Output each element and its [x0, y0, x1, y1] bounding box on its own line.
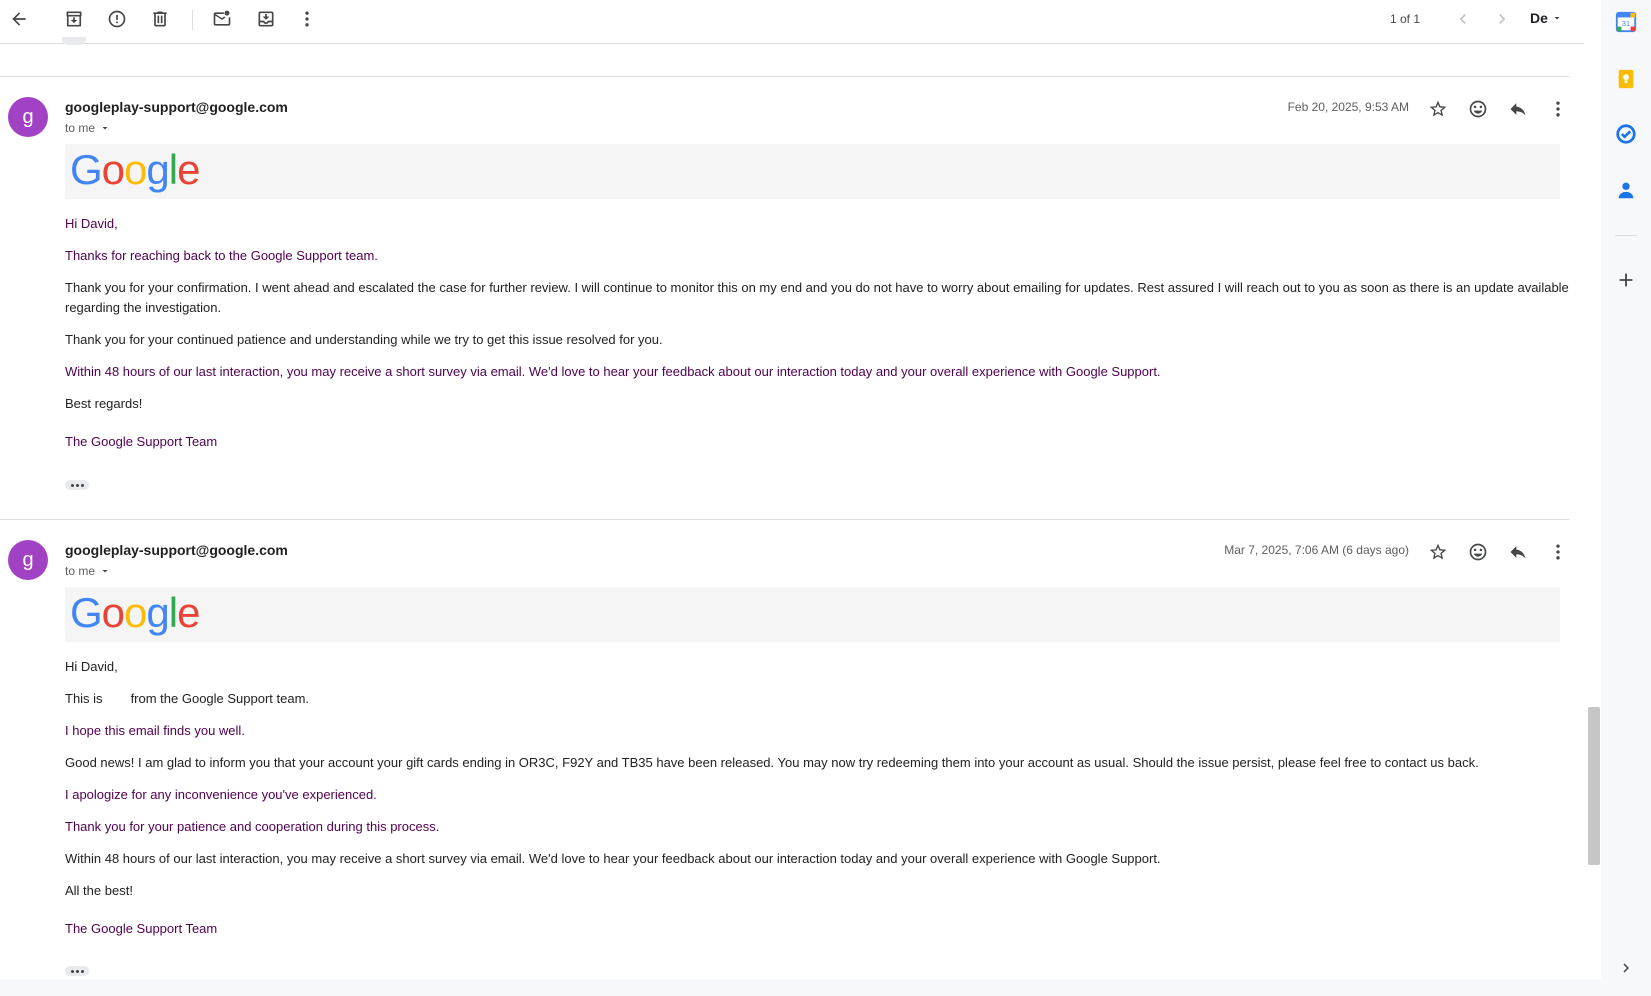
avatar[interactable]: g: [8, 97, 48, 137]
avatar[interactable]: g: [8, 540, 48, 580]
recipient-toggle[interactable]: to me: [65, 121, 111, 135]
show-trimmed-content-button[interactable]: [65, 480, 89, 490]
sender-email[interactable]: googleplay-support@google.com: [65, 99, 288, 115]
google-logo: Google: [70, 146, 200, 193]
move-to-icon[interactable]: [252, 5, 280, 33]
signature: The Google Support Team: [65, 434, 218, 449]
reply-icon[interactable]: [1505, 539, 1531, 565]
greeting: Hi David,: [65, 216, 118, 231]
body-paragraph: I apologize for any inconvenience you've…: [65, 787, 377, 802]
more-vert-icon[interactable]: [1545, 96, 1571, 122]
archive-icon[interactable]: [60, 5, 88, 33]
message-body: Hi David, Thanks for reaching back to th…: [65, 214, 1575, 464]
back-arrow-icon[interactable]: [5, 5, 33, 33]
language-selector[interactable]: De: [1530, 10, 1563, 26]
add-icon[interactable]: [1614, 268, 1638, 292]
body-paragraph: Good news! I am glad to inform you that …: [65, 755, 1479, 770]
message-body: Hi David, This is from the Google Support…: [65, 657, 1575, 951]
scrollbar-thumb[interactable]: [1588, 707, 1600, 865]
greeting: Hi David,: [65, 659, 118, 674]
side-panel-separator: [1615, 235, 1637, 236]
calendar-icon[interactable]: 31: [1614, 10, 1638, 34]
mark-unread-icon[interactable]: [208, 5, 236, 33]
message-divider: [0, 519, 1570, 520]
google-logo: Google: [70, 589, 200, 636]
body-paragraph: Thank you for your patience and cooperat…: [65, 819, 440, 834]
google-logo-banner: Google: [65, 144, 1560, 199]
body-paragraph: I hope this email finds you well.: [65, 723, 245, 738]
calendar-day: 31: [1622, 19, 1630, 28]
tasks-icon[interactable]: [1614, 122, 1638, 146]
contacts-icon[interactable]: [1614, 178, 1638, 202]
language-label: De: [1530, 10, 1548, 26]
report-spam-icon[interactable]: [103, 5, 131, 33]
closing: Best regards!: [65, 396, 143, 411]
emoji-reaction-icon[interactable]: [1465, 539, 1491, 565]
message-date: Mar 7, 2025, 7:06 AM (6 days ago): [1224, 543, 1409, 557]
keep-icon[interactable]: [1614, 67, 1638, 91]
emoji-reaction-icon[interactable]: [1465, 96, 1491, 122]
intro-text: from the Google Support team.: [130, 691, 310, 706]
side-panel: 31: [1601, 0, 1651, 996]
closing: All the best!: [65, 883, 133, 898]
intro-text: This is: [65, 691, 103, 706]
body-paragraph: Within 48 hours of our last interaction,…: [65, 851, 1161, 866]
show-trimmed-content-button[interactable]: [65, 966, 89, 976]
message-divider: [0, 76, 1570, 77]
older-chevron-icon[interactable]: [1488, 5, 1516, 33]
previous-message-peek[interactable]: [62, 37, 86, 45]
star-icon[interactable]: [1425, 539, 1451, 565]
delete-icon[interactable]: [146, 5, 174, 33]
signature: The Google Support Team: [65, 921, 218, 936]
newer-chevron-icon[interactable]: [1449, 5, 1477, 33]
body-paragraph: Within 48 hours of our last interaction,…: [65, 364, 1161, 379]
expand-icon[interactable]: [1614, 956, 1638, 980]
google-logo-banner: Google: [65, 587, 1560, 642]
body-paragraph: Thanks for reaching back to the Google S…: [65, 248, 378, 263]
pager-count: 1 of 1: [1390, 12, 1421, 26]
more-vert-icon[interactable]: [293, 5, 321, 33]
sender-email[interactable]: googleplay-support@google.com: [65, 542, 288, 558]
dropdown-arrow-icon: [102, 127, 108, 130]
recipient-label: to me: [65, 121, 96, 135]
dropdown-arrow-icon: [102, 570, 108, 573]
body-paragraph: Thank you for your confirmation. I went …: [65, 280, 1569, 315]
email-view: 1 of 1 De g googleplay-support@google.co…: [0, 0, 1601, 979]
star-icon[interactable]: [1425, 96, 1451, 122]
recipient-toggle[interactable]: to me: [65, 564, 111, 578]
more-vert-icon[interactable]: [1545, 539, 1571, 565]
recipient-label: to me: [65, 564, 96, 578]
body-paragraph: This is from the Google Support team.: [65, 689, 1575, 709]
toolbar-separator: [192, 10, 193, 30]
reply-icon[interactable]: [1505, 96, 1531, 122]
toolbar: 1 of 1 De: [0, 0, 1584, 44]
message-date: Feb 20, 2025, 9:53 AM: [1287, 100, 1409, 114]
dropdown-arrow-icon: [1554, 17, 1560, 20]
body-paragraph: Thank you for your continued patience an…: [65, 332, 663, 347]
